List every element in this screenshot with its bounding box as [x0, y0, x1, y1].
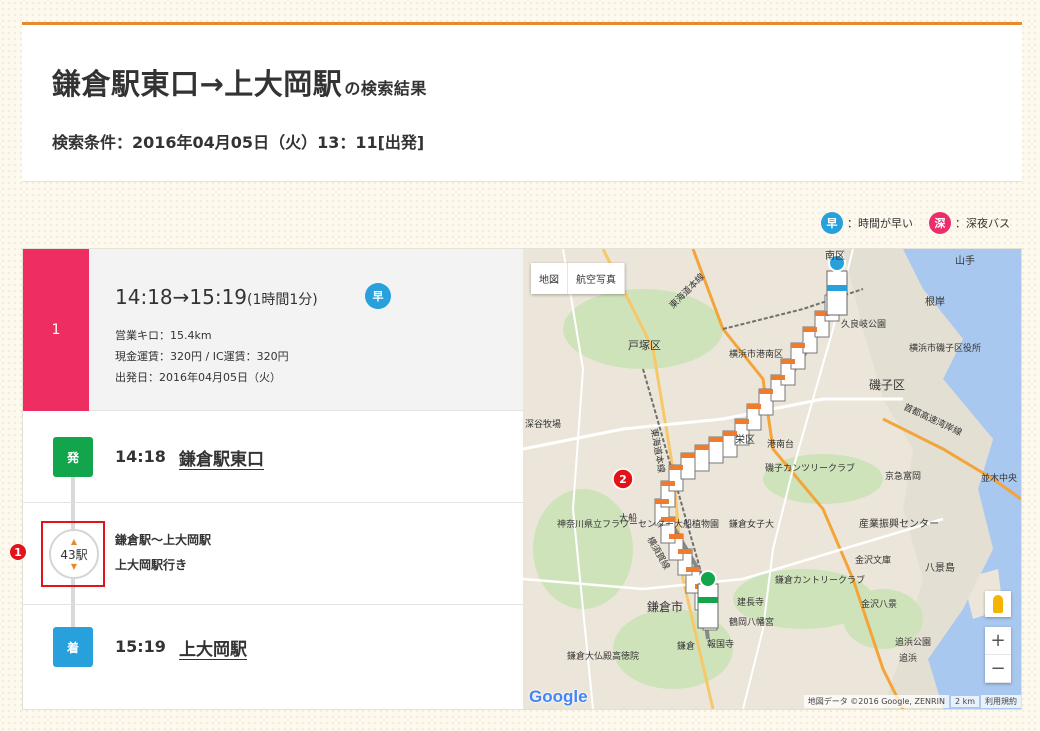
route-result-card: 1 14:18→15:19(1時間1分) 早 営業キロ：15.4km 現金運賃：… — [9, 248, 1022, 710]
route-time: 14:18→15:19(1時間1分) — [115, 285, 318, 309]
tab-map[interactable]: 地図 — [531, 263, 568, 294]
page-title: 鎌倉駅東口→上大岡駅 の検索結果 — [52, 61, 427, 103]
svg-text:山手: 山手 — [955, 254, 975, 267]
zoom-in-button[interactable]: + — [985, 627, 1011, 655]
distance: 営業キロ：15.4km — [115, 329, 212, 342]
departure-date: 出発日：2016年04月05日（火） — [115, 371, 281, 384]
search-header: 鎌倉駅東口→上大岡駅 の検索結果 検索条件：2016年04月05日（火）13：11… — [22, 22, 1022, 182]
svg-text:鎌倉大仏殿高徳院: 鎌倉大仏殿高徳院 — [567, 650, 639, 662]
legend-night-label: ：深夜バス — [955, 217, 1010, 230]
route-summary[interactable]: 1 14:18→15:19(1時間1分) 早 営業キロ：15.4km 現金運賃：… — [23, 249, 523, 411]
arrival-stop-link[interactable]: 上大岡駅 — [179, 635, 247, 660]
caret-down-icon: ▼ — [70, 561, 78, 571]
pegman-icon[interactable] — [985, 591, 1011, 617]
svg-text:並木中央: 並木中央 — [981, 472, 1017, 484]
legend: 早 ：時間が早い 深 ：深夜バス — [821, 212, 1010, 234]
svg-text:神奈川県立フラワーセンター大船植物園: 神奈川県立フラワーセンター大船植物園 — [557, 518, 719, 530]
route-number: 1 — [23, 249, 89, 411]
svg-text:港南台: 港南台 — [767, 438, 794, 450]
zoom-control: + − — [985, 627, 1011, 683]
svg-text:栄区: 栄区 — [735, 434, 755, 446]
route-info: 営業キロ：15.4km 現金運賃：320円 / IC運賃：320円 出発日：20… — [115, 325, 289, 388]
svg-text:追浜公園: 追浜公園 — [895, 636, 931, 648]
svg-text:報国寺: 報国寺 — [707, 639, 734, 650]
legend-fast-badge: 早 — [821, 212, 843, 234]
fast-badge: 早 — [365, 283, 391, 309]
fare: 現金運賃：320円 / IC運賃：320円 — [115, 350, 289, 363]
legend-fast-label: ：時間が早い — [847, 217, 913, 230]
svg-text:久良岐公園: 久良岐公園 — [841, 318, 886, 330]
ride-segment: 鎌倉駅〜上大岡駅 — [115, 533, 212, 547]
map-type-tabs: 地図 航空写真 — [531, 263, 625, 294]
svg-text:金沢八景: 金沢八景 — [861, 598, 897, 610]
departure-badge: 発 — [53, 437, 93, 477]
svg-text:京急富岡: 京急富岡 — [885, 470, 921, 482]
zoom-out-button[interactable]: − — [985, 655, 1011, 683]
departure-row: 発 14:18 鎌倉駅東口 — [23, 411, 523, 503]
svg-text:鎌倉カントリークラブ: 鎌倉カントリークラブ — [775, 574, 865, 586]
route-map[interactable]: 南区 山手 根岸 久良岐公園 戸塚区 横浜市港南区 横浜市磯子区役所 磯子区 栄… — [523, 249, 1021, 709]
departure-stop-link[interactable]: 鎌倉駅東口 — [179, 445, 264, 470]
svg-text:鶴岡八幡宮: 鶴岡八幡宮 — [729, 616, 774, 628]
terms-link[interactable]: 利用規約 — [981, 694, 1021, 708]
svg-text:2: 2 — [619, 473, 627, 486]
route-title: 鎌倉駅東口→上大岡駅 — [52, 67, 343, 101]
map-canvas[interactable]: 南区 山手 根岸 久良岐公園 戸塚区 横浜市港南区 横浜市磯子区役所 磯子区 栄… — [523, 249, 1021, 709]
svg-text:追浜: 追浜 — [899, 652, 917, 664]
svg-text:大船: 大船 — [619, 512, 637, 524]
duration: (1時間1分) — [247, 292, 318, 308]
svg-text:金沢文庫: 金沢文庫 — [855, 554, 891, 566]
title-suffix: の検索結果 — [344, 79, 427, 98]
svg-text:鎌倉: 鎌倉 — [677, 640, 695, 652]
map-footer: 地図データ ©2016 Google, ZENRIN 2 km 利用規約 — [523, 693, 1021, 709]
svg-text:戸塚区: 戸塚区 — [628, 339, 661, 352]
stops-count: 43駅 — [60, 547, 88, 562]
arrival-row: 着 15:19 上大岡駅 — [23, 605, 523, 709]
caret-up-icon: ▲ — [70, 536, 78, 546]
map-attribution: 地図データ ©2016 Google, ZENRIN — [803, 694, 949, 708]
svg-text:根岸: 根岸 — [925, 295, 945, 308]
svg-text:横浜市港南区: 横浜市港南区 — [729, 348, 783, 360]
svg-text:磯子カンツリークラブ: 磯子カンツリークラブ — [765, 462, 855, 474]
svg-text:建長寺: 建長寺 — [737, 596, 764, 608]
svg-text:磯子区: 磯子区 — [869, 378, 905, 392]
time-range: 14:18→15:19 — [115, 285, 248, 309]
arrival-time: 15:19 — [115, 637, 166, 656]
start-pin[interactable] — [697, 570, 719, 629]
svg-text:深谷牧場: 深谷牧場 — [525, 418, 561, 430]
svg-text:横浜市磯子区役所: 横浜市磯子区役所 — [909, 342, 981, 354]
svg-text:産業振興センター: 産業振興センター — [859, 517, 939, 530]
legend-night-badge: 深 — [929, 212, 951, 234]
tab-satellite[interactable]: 航空写真 — [568, 263, 625, 294]
ride-destination: 上大岡駅行き — [115, 558, 188, 572]
svg-text:八景島: 八景島 — [925, 561, 955, 574]
svg-text:鎌倉女子大: 鎌倉女子大 — [729, 518, 774, 530]
arrival-badge: 着 — [53, 627, 93, 667]
departure-time: 14:18 — [115, 447, 166, 466]
svg-text:鎌倉市: 鎌倉市 — [647, 599, 683, 614]
search-conditions: 検索条件：2016年04月05日（火）13：11[出発] — [52, 133, 425, 152]
annotation-marker-1: 1 — [9, 543, 27, 561]
end-pin[interactable] — [826, 254, 848, 316]
stops-toggle[interactable]: ▲ 43駅 ▼ — [49, 529, 99, 579]
map-label-minamiku: 南区 — [825, 249, 845, 262]
route-details: 1 14:18→15:19(1時間1分) 早 営業キロ：15.4km 現金運賃：… — [9, 249, 523, 709]
map-scale: 2 km — [950, 695, 979, 707]
